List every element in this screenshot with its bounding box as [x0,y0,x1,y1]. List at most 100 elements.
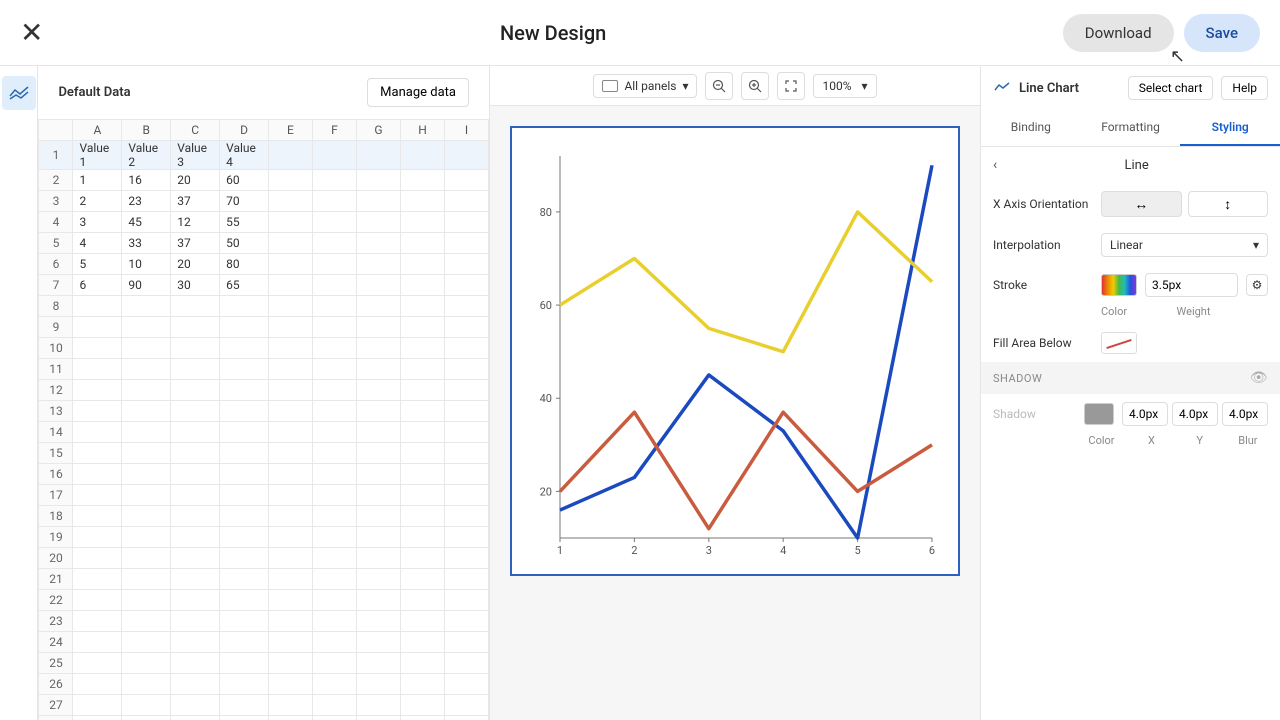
cell[interactable] [312,380,356,401]
cell[interactable] [356,317,400,338]
table-row[interactable]: 32233770 [39,191,489,212]
col-header[interactable]: A [73,120,122,141]
cell[interactable] [220,485,269,506]
table-row[interactable]: 16 [39,464,489,485]
cell[interactable] [122,485,171,506]
cell[interactable] [268,527,312,548]
cell[interactable] [356,296,400,317]
cell[interactable]: Value 1 [73,141,122,170]
cell[interactable] [73,674,122,695]
cell[interactable] [400,380,444,401]
cell[interactable] [268,191,312,212]
cell[interactable] [312,170,356,191]
table-row[interactable]: 25 [39,653,489,674]
cell[interactable] [312,296,356,317]
cell[interactable] [220,380,269,401]
table-row[interactable]: 22 [39,590,489,611]
cell[interactable] [73,506,122,527]
cell[interactable] [356,443,400,464]
cell[interactable] [444,485,488,506]
cell[interactable] [220,632,269,653]
cell[interactable] [171,422,220,443]
cell[interactable] [73,422,122,443]
cell[interactable] [73,443,122,464]
cell[interactable] [400,212,444,233]
cell[interactable] [73,401,122,422]
cell[interactable]: 45 [122,212,171,233]
cell[interactable] [400,443,444,464]
cell[interactable] [356,191,400,212]
cell[interactable] [444,401,488,422]
cell[interactable] [220,443,269,464]
cell[interactable]: 50 [220,233,269,254]
cell[interactable] [444,653,488,674]
row-number[interactable]: 27 [39,695,73,716]
shadow-blur-input[interactable] [1222,402,1268,426]
cell[interactable] [444,506,488,527]
cell[interactable] [312,141,356,170]
table-row[interactable]: 17 [39,485,489,506]
cell[interactable]: 20 [171,170,220,191]
visibility-toggle-icon[interactable]: 👁 [1250,370,1268,386]
help-button[interactable]: Help [1221,76,1268,100]
cell[interactable] [220,653,269,674]
table-row[interactable]: 12 [39,380,489,401]
cell[interactable] [356,695,400,716]
cell[interactable] [122,695,171,716]
cell[interactable] [400,233,444,254]
cell[interactable] [356,485,400,506]
cell[interactable] [171,338,220,359]
cell[interactable] [73,632,122,653]
cell[interactable]: 4 [73,233,122,254]
cell[interactable] [171,296,220,317]
chart-canvas[interactable]: 20406080123456 [510,126,960,576]
cell[interactable] [400,632,444,653]
col-header[interactable]: I [444,120,488,141]
cell[interactable] [171,569,220,590]
orient-vertical-button[interactable]: ↕ [1188,191,1269,217]
zoom-in-button[interactable] [741,72,769,100]
cell[interactable] [400,141,444,170]
table-row[interactable]: 24 [39,632,489,653]
cell[interactable] [268,338,312,359]
cell[interactable] [312,716,356,720]
cell[interactable] [73,485,122,506]
cell[interactable] [312,191,356,212]
table-row[interactable]: 15 [39,443,489,464]
cell[interactable]: 23 [122,191,171,212]
table-row[interactable]: 1Value 1Value 2Value 3Value 4 [39,141,489,170]
cell[interactable] [400,527,444,548]
close-icon[interactable]: ✕ [20,19,43,47]
cell[interactable] [268,590,312,611]
cell[interactable] [220,527,269,548]
cell[interactable] [312,275,356,296]
cell[interactable] [171,653,220,674]
cell[interactable] [356,212,400,233]
cell[interactable] [220,590,269,611]
cell[interactable]: 5 [73,254,122,275]
cell[interactable] [356,653,400,674]
cell[interactable] [171,674,220,695]
cell[interactable] [268,632,312,653]
cell[interactable] [356,590,400,611]
cell[interactable] [220,422,269,443]
table-row[interactable]: 20 [39,548,489,569]
cell[interactable] [400,674,444,695]
cell[interactable] [73,695,122,716]
cell[interactable] [444,359,488,380]
row-number[interactable]: 25 [39,653,73,674]
cell[interactable] [356,674,400,695]
cell[interactable] [171,548,220,569]
cell[interactable] [122,548,171,569]
row-number[interactable]: 14 [39,422,73,443]
shadow-x-input[interactable] [1122,402,1168,426]
tab-styling[interactable]: Styling [1180,110,1280,146]
cell[interactable] [268,548,312,569]
cell[interactable]: 37 [171,233,220,254]
cell[interactable] [312,422,356,443]
cell[interactable]: 6 [73,275,122,296]
cell[interactable] [220,317,269,338]
cell[interactable] [268,401,312,422]
cell[interactable] [122,401,171,422]
cell[interactable] [122,632,171,653]
